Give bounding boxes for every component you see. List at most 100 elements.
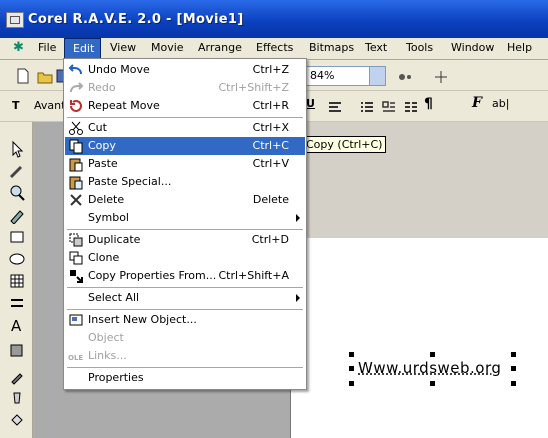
paste-special-icon: [69, 176, 83, 190]
undo-icon: [68, 64, 82, 75]
zoom-value: 84%: [310, 69, 335, 82]
bullet-icon[interactable]: [358, 98, 376, 116]
window-title: Corel R.A.V.E. 2.0 - [Movie1]: [28, 12, 244, 27]
menu-text[interactable]: Text: [365, 41, 387, 54]
freehand-tool-icon[interactable]: [8, 206, 26, 224]
menu-movie[interactable]: Movie: [151, 41, 184, 54]
new-icon[interactable]: [14, 67, 32, 85]
selection-handle[interactable]: [430, 381, 435, 386]
svg-text:OLE: OLE: [68, 354, 83, 362]
menu-item-duplicate[interactable]: Duplicate Ctrl+D: [65, 231, 305, 249]
repeat-icon: [70, 100, 82, 112]
menu-item-repeat-move[interactable]: Repeat Move Ctrl+R: [65, 97, 305, 115]
menu-item-label: Repeat Move: [88, 99, 160, 112]
menu-item-insert-new-object[interactable]: Insert New Object...: [65, 311, 305, 329]
outline-tool-icon[interactable]: [8, 390, 26, 408]
clone-icon: [69, 251, 83, 265]
toolbox: A: [0, 122, 33, 438]
menu-item-shortcut: Ctrl+X: [252, 121, 289, 134]
selection-handle[interactable]: [349, 366, 354, 371]
selected-text-object[interactable]: Www.urdsweb.org: [349, 352, 516, 386]
menu-effects[interactable]: Effects: [256, 41, 293, 54]
document-control-icon[interactable]: ✱: [13, 40, 24, 55]
pick-tool-icon[interactable]: [8, 140, 26, 158]
drop-cap-icon[interactable]: [380, 98, 398, 116]
shape-tool-icon[interactable]: [8, 162, 26, 180]
menu-item-label: Paste: [88, 157, 118, 170]
pilcrow-icon[interactable]: ¶: [424, 96, 433, 112]
menu-item-select-all[interactable]: Select All: [65, 289, 305, 307]
tooltip: Copy (Ctrl+C): [302, 136, 387, 153]
menu-item-redo: Redo Ctrl+Shift+Z: [65, 79, 305, 97]
font-name-field[interactable]: T Avant: [12, 97, 66, 115]
menu-item-copy-properties-from[interactable]: Copy Properties From... Ctrl+Shift+A: [65, 267, 305, 285]
menu-item-label: Insert New Object...: [88, 313, 197, 326]
options-icon[interactable]: [432, 68, 450, 86]
menu-item-copy[interactable]: Copy Ctrl+C: [65, 137, 305, 155]
menu-tools[interactable]: Tools: [406, 41, 433, 54]
menu-item-label: Links...: [88, 349, 127, 362]
menu-file[interactable]: File: [38, 41, 56, 54]
delete-icon: [70, 194, 82, 206]
selection-handle[interactable]: [511, 366, 516, 371]
menu-help[interactable]: Help: [507, 41, 532, 54]
align-icon[interactable]: [326, 98, 344, 116]
open-icon[interactable]: [36, 67, 54, 85]
zoom-tool-icon[interactable]: [8, 184, 26, 202]
format-text-icon[interactable]: F: [472, 95, 482, 111]
fill-tool-icon[interactable]: [8, 412, 26, 430]
menu-separator: [67, 287, 303, 288]
title-bar: Corel R.A.V.E. 2.0 - [Movie1]: [0, 0, 548, 38]
edit-menu-dropdown: Undo Move Ctrl+Z Redo Ctrl+Shift+Z Repea…: [63, 58, 307, 390]
menu-item-label: Properties: [88, 371, 144, 384]
insert-object-icon: [69, 314, 83, 326]
stage-canvas[interactable]: [290, 238, 548, 438]
zoom-dropdown-button[interactable]: [369, 67, 385, 85]
menu-item-undo-move[interactable]: Undo Move Ctrl+Z: [65, 61, 305, 79]
snap-icon[interactable]: [396, 68, 414, 86]
menu-separator: [67, 367, 303, 368]
menu-item-properties[interactable]: Properties: [65, 369, 305, 387]
selection-handle[interactable]: [511, 352, 516, 357]
text-tool-icon[interactable]: A: [8, 316, 26, 334]
redo-icon: [70, 82, 84, 93]
menu-separator: [67, 117, 303, 118]
menu-item-links: OLE Links...: [65, 347, 305, 365]
menu-bitmaps[interactable]: Bitmaps: [309, 41, 354, 54]
columns-icon[interactable]: [402, 98, 420, 116]
menu-item-symbol[interactable]: Symbol: [65, 209, 305, 227]
rectangle-tool-icon[interactable]: [8, 228, 26, 246]
font-type-icon: T: [12, 99, 20, 112]
menu-view[interactable]: View: [110, 41, 136, 54]
menu-edit[interactable]: Edit: [64, 38, 101, 59]
menu-item-clone[interactable]: Clone: [65, 249, 305, 267]
edit-text-icon[interactable]: ab|: [492, 97, 509, 110]
zoom-combo[interactable]: 84%: [306, 66, 386, 86]
svg-text:A: A: [11, 317, 22, 334]
font-name-value: Avant: [34, 99, 66, 112]
connector-tool-icon[interactable]: [8, 294, 26, 312]
underline-icon[interactable]: U: [306, 97, 315, 110]
menu-item-shortcut: Ctrl+R: [252, 99, 289, 112]
selection-handle[interactable]: [511, 381, 516, 386]
submenu-arrow-icon: [296, 214, 300, 222]
menu-window[interactable]: Window: [451, 41, 494, 54]
menu-item-cut[interactable]: Cut Ctrl+X: [65, 119, 305, 137]
menu-item-label: Undo Move: [88, 63, 150, 76]
selection-handle[interactable]: [349, 381, 354, 386]
scissors-icon: [69, 121, 83, 135]
selection-handle[interactable]: [349, 352, 354, 357]
menu-item-shortcut: Delete: [252, 193, 289, 206]
menu-item-paste[interactable]: Paste Ctrl+V: [65, 155, 305, 173]
menu-item-label: Copy Properties From...: [88, 269, 217, 282]
interactive-tool-icon[interactable]: [8, 342, 26, 360]
menu-item-paste-special[interactable]: Paste Special...: [65, 173, 305, 191]
graph-paper-tool-icon[interactable]: [8, 272, 26, 290]
menu-item-delete[interactable]: Delete Delete: [65, 191, 305, 209]
app-icon: [6, 12, 24, 28]
eyedropper-tool-icon[interactable]: [8, 368, 26, 386]
ellipse-tool-icon[interactable]: [8, 250, 26, 268]
menu-arrange[interactable]: Arrange: [198, 41, 242, 54]
selection-handle[interactable]: [430, 352, 435, 357]
menu-edit-label: Edit: [73, 42, 95, 55]
